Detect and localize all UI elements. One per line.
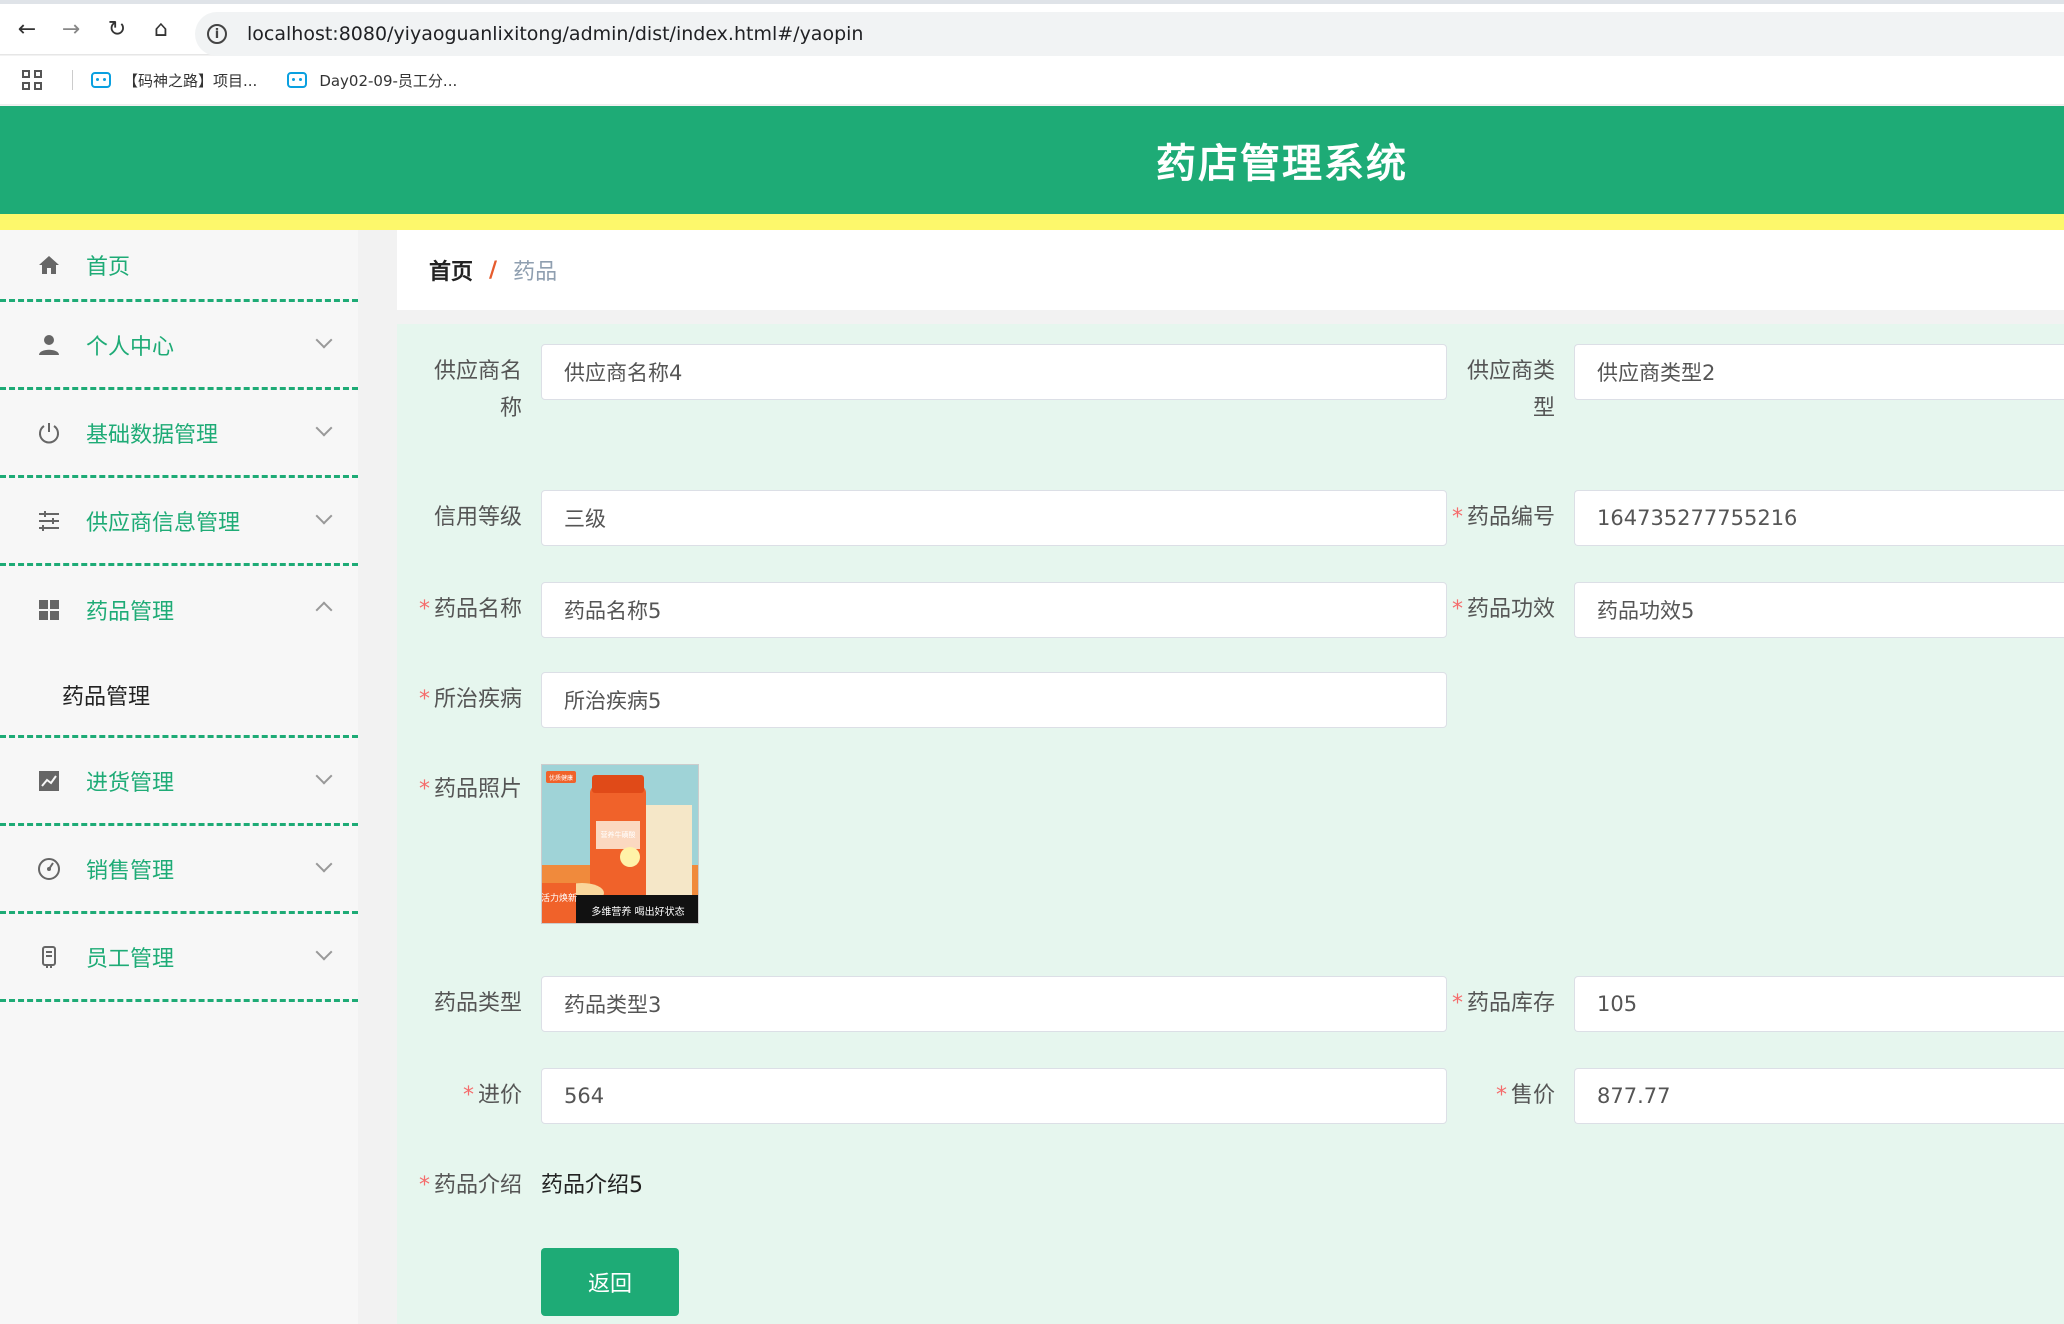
breadcrumb-current: 药品 [513, 260, 558, 285]
user-icon [36, 332, 62, 358]
chevron-down-icon [315, 767, 333, 785]
tab-strip [0, 0, 2064, 4]
photo-corner-label: 优质健康 [549, 774, 573, 782]
drug-detail-form: 供应商名 称 供应商名称4 供应商类 型 供应商类型2 信用等级 三级 * 药品编… [397, 324, 2064, 1324]
bookmark-item[interactable]: 【码神之路】项目... [91, 70, 257, 91]
back-arrow-icon[interactable]: ← [12, 14, 42, 44]
sidebar-item-staff[interactable]: 员工管理 [0, 914, 358, 1002]
disease-field[interactable]: 所治疾病5 [541, 672, 1447, 728]
sidebar-item-purchase[interactable]: 进货管理 [0, 738, 358, 826]
sidebar-item-label: 供应商信息管理 [86, 510, 241, 536]
drug-type-label: 药品类型 [433, 991, 522, 1016]
bilibili-icon [287, 72, 308, 88]
drug-name-field[interactable]: 药品名称5 [541, 582, 1447, 638]
browser-toolbar: ← → ↻ ⌂ i localhost:8080/yiyaoguanlixito… [0, 0, 2064, 56]
chevron-down-icon [315, 855, 333, 873]
sale-price-field[interactable]: 877.77 [1574, 1068, 2064, 1124]
drug-code-field[interactable]: 164735277755216 [1574, 490, 2064, 546]
photo-tagline-text: 多维营养 喝出好状态 [591, 905, 684, 918]
drug-effect-field[interactable]: 药品功效5 [1574, 582, 2064, 638]
chart-icon [36, 768, 62, 794]
sidebar-item-drug[interactable]: 药品管理 [0, 566, 358, 654]
drug-photo-image: 优质健康 营养牛磺酸 活力焕新 多维营养 喝出好状态 [542, 765, 698, 923]
power-icon [36, 420, 62, 446]
photo-badge-text: 活力焕新 [542, 892, 577, 904]
url-text: localhost:8080/yiyaoguanlixitong/admin/d… [247, 23, 864, 45]
back-button[interactable]: 返回 [541, 1248, 679, 1316]
sidebar-item-label: 首页 [86, 254, 131, 280]
bookmarks-separator [72, 70, 73, 90]
address-bar[interactable]: i localhost:8080/yiyaoguanlixitong/admin… [195, 12, 2064, 56]
breadcrumb: 首页 / 药品 [397, 230, 2064, 310]
purchase-price-label: * 进价 [462, 1083, 522, 1108]
app-header: 药店管理系统 [0, 106, 2064, 214]
drug-photo[interactable]: 优质健康 营养牛磺酸 活力焕新 多维营养 喝出好状态 [541, 764, 699, 924]
sidebar-item-label: 销售管理 [86, 858, 175, 884]
sidebar-item-label: 药品管理 [86, 600, 175, 625]
home-icon [36, 252, 62, 278]
bookmark-label: 【码神之路】项目... [123, 71, 258, 90]
chevron-down-icon [315, 943, 333, 961]
sidebar-item-label: 基础数据管理 [86, 422, 219, 448]
drug-effect-label: * 药品功效 [1451, 597, 1555, 622]
gauge-icon [36, 856, 62, 882]
drug-code-label: * 药品编号 [1451, 505, 1555, 530]
header-accent-strip [0, 214, 2064, 230]
home-nav-icon[interactable]: ⌂ [146, 14, 176, 44]
supplier-type-field[interactable]: 供应商类型2 [1574, 344, 2064, 400]
bookmark-item[interactable]: Day02-09-员工分... [287, 70, 457, 91]
sidebar-item-sales[interactable]: 销售管理 [0, 826, 358, 914]
app-title: 药店管理系统 [1156, 141, 1408, 187]
stock-label: * 药品库存 [1451, 991, 1555, 1016]
sidebar-item-home[interactable]: 首页 [0, 230, 358, 302]
drug-type-field[interactable]: 药品类型3 [541, 976, 1447, 1032]
submenu-label: 药品管理 [62, 684, 151, 710]
stock-field[interactable]: 105 [1574, 976, 2064, 1032]
credit-level-field[interactable]: 三级 [541, 490, 1447, 546]
sliders-icon [36, 508, 62, 534]
chevron-down-icon [315, 331, 333, 349]
breadcrumb-separator: / [489, 257, 498, 283]
supplier-type-label: 供应商类 型 [1466, 359, 1555, 421]
supplier-name-field[interactable]: 供应商名称4 [541, 344, 1447, 400]
apps-grid-icon[interactable] [22, 70, 42, 90]
chevron-up-icon [315, 601, 333, 619]
breadcrumb-home[interactable]: 首页 [429, 254, 473, 286]
drug-name-label: * 药品名称 [418, 597, 522, 622]
submenu-drug-management[interactable]: 药品管理 [0, 654, 358, 738]
sidebar: 首页 个人中心 基础数据管理 供应商信息管理 药品管理 药品管理 进货管理 销售… [0, 230, 358, 1324]
bookmarks-bar: 【码神之路】项目... Day02-09-员工分... [0, 56, 2064, 105]
supplier-name-label: 供应商名 称 [433, 359, 522, 421]
disease-label: * 所治疾病 [418, 687, 522, 712]
drug-photo-label: * 药品照片 [418, 777, 522, 802]
sidebar-item-basic-data[interactable]: 基础数据管理 [0, 390, 358, 478]
bilibili-icon [91, 72, 111, 88]
photo-bottle-label: 营养牛磺酸 [601, 830, 636, 839]
badge-icon [36, 944, 62, 970]
chevron-down-icon [315, 419, 333, 437]
bookmark-label: Day02-09-员工分... [319, 71, 458, 90]
reload-icon[interactable]: ↻ [102, 14, 132, 44]
intro-text: 药品介绍5 [541, 1173, 643, 1198]
sidebar-item-personal-center[interactable]: 个人中心 [0, 302, 358, 390]
purchase-price-field[interactable]: 564 [541, 1068, 1447, 1124]
credit-level-label: 信用等级 [433, 505, 522, 530]
chevron-down-icon [315, 507, 333, 525]
grid-icon [36, 597, 62, 623]
intro-label: * 药品介绍 [418, 1173, 522, 1198]
sidebar-item-label: 进货管理 [86, 770, 175, 796]
sidebar-item-label: 个人中心 [86, 334, 175, 360]
sidebar-item-supplier[interactable]: 供应商信息管理 [0, 478, 358, 566]
sidebar-item-label: 员工管理 [86, 946, 175, 972]
site-info-icon[interactable]: i [207, 24, 227, 44]
forward-arrow-icon[interactable]: → [56, 14, 86, 44]
sale-price-label: * 售价 [1495, 1083, 1555, 1108]
